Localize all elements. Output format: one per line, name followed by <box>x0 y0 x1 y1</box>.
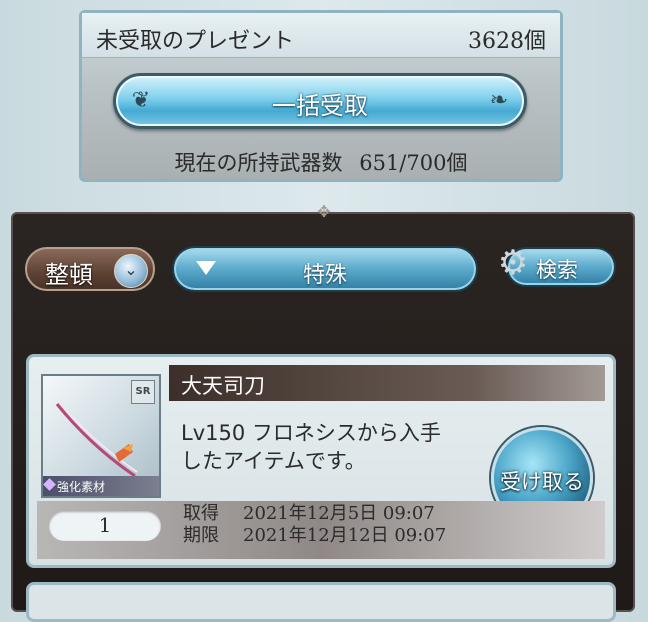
sort-label: 整頓 <box>45 261 93 289</box>
search-label: 検索 <box>536 258 578 282</box>
summary-header: 未受取のプレゼント 3628個 <box>82 13 560 58</box>
expires-value: 2021年12月12日 09:07 <box>243 525 447 546</box>
item-type-label: 強化素材 <box>57 480 106 494</box>
item-description-line1: Lv150 フロネシスから入手 <box>181 421 441 445</box>
unreceived-presents-count: 3628個 <box>468 29 546 54</box>
search-button[interactable]: ⚙ 検索 <box>490 242 618 292</box>
quantity-badge: 1 <box>49 511 161 541</box>
acquired-label: 取得 <box>183 503 219 524</box>
item-description: Lv150 フロネシスから入手 したアイテムです。 <box>181 419 501 475</box>
chevron-down-icon: ⌄ <box>114 254 148 288</box>
unreceived-presents-title: 未受取のプレゼント <box>96 29 295 54</box>
item-name: 大天司刀 <box>181 374 265 398</box>
quantity-value: 1 <box>98 513 112 537</box>
filter-dropdown[interactable]: 特殊 <box>172 246 478 292</box>
acquired-row: 取得 2021年12月5日 09:07 <box>183 503 446 525</box>
item-meta-bar: 1 取得 2021年12月5日 09:07 期限 2021年12月12日 09:07 <box>37 501 605 559</box>
present-summary-panel: 未受取のプレゼント 3628個 ❦ 一括受取 ❧ 現在の所持武器数 651/70… <box>79 10 563 182</box>
next-item-card <box>26 582 616 622</box>
present-item-card: SR 強化素材 大天司刀 Lv150 フロネシスから入手 したアイテムです。 受… <box>26 354 616 568</box>
item-type-tag: 強化素材 <box>43 476 159 496</box>
gem-icon <box>43 478 56 491</box>
receive-label: 受け取る <box>500 470 584 494</box>
bulk-receive-label: 一括受取 <box>272 92 368 120</box>
item-name-bar: 大天司刀 <box>169 365 605 401</box>
item-dates: 取得 2021年12月5日 09:07 期限 2021年12月12日 09:07 <box>183 503 446 547</box>
expires-label: 期限 <box>183 525 219 546</box>
frame-ornament-icon: ✥ <box>317 202 331 221</box>
ornament-right-icon: ❧ <box>489 88 509 113</box>
gear-icon: ⚙ <box>497 243 529 283</box>
sort-button[interactable]: 整頓 ⌄ <box>25 247 155 291</box>
owned-weapons-label: 現在の所持武器数 <box>174 151 343 175</box>
item-description-line2: したアイテムです。 <box>181 449 366 473</box>
owned-weapons-value: 651/700個 <box>359 151 468 175</box>
owned-weapons-line: 現在の所持武器数 651/700個 <box>82 147 560 177</box>
bulk-receive-button[interactable]: ❦ 一括受取 ❧ <box>113 73 527 129</box>
acquired-value: 2021年12月5日 09:07 <box>243 503 435 524</box>
filter-selected-label: 特殊 <box>302 263 347 288</box>
expires-row: 期限 2021年12月12日 09:07 <box>183 525 446 547</box>
rarity-badge: SR <box>131 380 155 404</box>
item-thumbnail: SR 強化素材 <box>41 374 161 498</box>
